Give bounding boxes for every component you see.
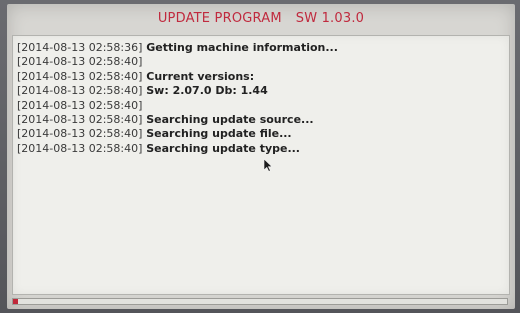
log-timestamp: [2014-08-13 02:58:40] [17,112,143,126]
log-panel[interactable]: [2014-08-13 02:58:36] Getting machine in… [12,35,510,295]
progress-fill [13,299,18,304]
log-line: [2014-08-13 02:58:40] Searching update f… [17,127,338,141]
log-timestamp: [2014-08-13 02:58:40] [17,127,143,141]
log-message: Sw: 2.07.0 Db: 1.44 [142,84,268,98]
log-line: [2014-08-13 02:58:40] Searching update s… [17,113,338,127]
log-message: Searching update file... [142,127,292,141]
title-bar: UPDATE PROGRAM SW 1.03.0 [7,4,515,32]
mouse-pointer-icon [263,158,273,172]
log-message: Searching update type... [142,141,300,155]
log-line: [2014-08-13 02:58:40] [17,99,338,113]
log-timestamp: [2014-08-13 02:58:40] [17,69,143,83]
log-line: [2014-08-13 02:58:40] Sw: 2.07.0 Db: 1.4… [17,84,338,98]
log-timestamp: [2014-08-13 02:58:40] [17,84,143,98]
photo-frame: UPDATE PROGRAM SW 1.03.0 [2014-08-13 02:… [0,0,520,313]
log-line: [2014-08-13 02:58:40] [17,55,338,69]
log-timestamp: [2014-08-13 02:58:40] [17,98,143,112]
log-timestamp: [2014-08-13 02:58:40] [17,55,143,69]
device-screen: UPDATE PROGRAM SW 1.03.0 [2014-08-13 02:… [7,4,515,309]
log-message: Current versions: [142,69,255,83]
window-title: UPDATE PROGRAM [157,10,282,26]
log-line: [2014-08-13 02:58:40] Current versions: [17,70,338,84]
log-timestamp: [2014-08-13 02:58:40] [17,141,143,155]
log-list: [2014-08-13 02:58:36] Getting machine in… [17,41,338,156]
log-message: Searching update source... [142,112,314,126]
log-message: Getting machine information... [142,41,338,54]
log-line: [2014-08-13 02:58:36] Getting machine in… [17,41,338,55]
update-progress-bar [12,298,508,305]
log-line: [2014-08-13 02:58:40] Searching update t… [17,142,338,156]
log-timestamp: [2014-08-13 02:58:36] [17,41,143,54]
software-version: SW 1.03.0 [295,10,365,26]
